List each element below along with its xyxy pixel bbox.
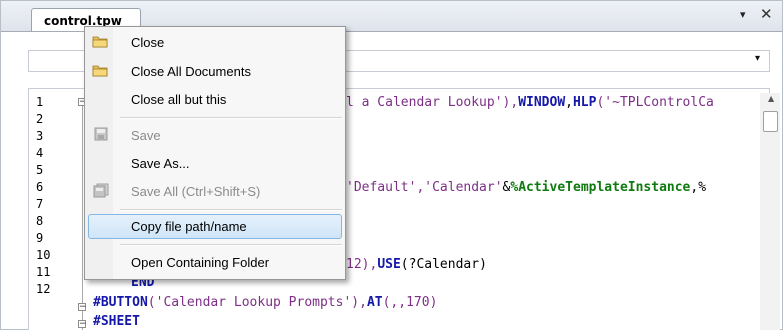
code-string: ('~TPLControlCa: [596, 95, 714, 110]
line-number: 12: [36, 282, 51, 296]
code-string: l a Calendar Lookup'),: [346, 95, 519, 110]
menu-separator: [120, 117, 342, 119]
code-string: 'Default','Calendar': [346, 180, 503, 195]
code-line-12: #SHEET: [93, 314, 140, 329]
folder-icon: [92, 36, 108, 48]
line-number: 9: [36, 231, 44, 245]
menu-item-save-as[interactable]: Save As...: [131, 156, 190, 171]
menu-item-close[interactable]: Close: [131, 35, 164, 50]
code-string: 12),: [346, 257, 378, 272]
code-arg: (?Calendar): [400, 257, 487, 272]
line-number: 1: [36, 95, 44, 109]
menu-item-save-all[interactable]: Save All (Ctrl+Shift+S): [131, 184, 260, 199]
fold-toggle-icon[interactable]: −: [78, 320, 87, 329]
code-string: (,,170): [382, 295, 438, 310]
folder-icon: [92, 65, 108, 77]
code-keyword: HLP: [572, 95, 597, 110]
code-keyword: AT: [366, 295, 383, 310]
line-number: 8: [36, 214, 44, 228]
code-punct: ,%: [690, 180, 707, 195]
line-number: 3: [36, 129, 44, 143]
menu-separator: [120, 209, 342, 211]
line-number: 4: [36, 146, 44, 160]
code-symbol: %ActiveTemplateInstance: [510, 180, 691, 195]
code-line-9: 12),USE(?Calendar): [346, 256, 487, 273]
code-line-11: #BUTTON('Calendar Lookup Prompts'),AT(,,…: [93, 294, 437, 311]
menu-separator: [120, 244, 342, 246]
menu-item-save[interactable]: Save: [131, 128, 161, 143]
code-line-1: l a Calendar Lookup'),WINDOW,HLP('~TPLCo…: [346, 94, 714, 111]
line-number: 7: [36, 197, 44, 211]
code-line-5: 'Default','Calendar'&%ActiveTemplateInst…: [346, 179, 706, 196]
line-number: 2: [36, 112, 44, 126]
fold-guide-line: [82, 103, 83, 330]
menu-item-copy-file-path[interactable]: Copy file path/name: [131, 219, 247, 234]
save-icon: [94, 127, 108, 141]
fold-toggle-icon[interactable]: −: [78, 303, 87, 312]
scroll-up-icon[interactable]: ▲: [768, 94, 774, 103]
code-punct: ,: [565, 95, 573, 110]
menu-item-close-all-documents[interactable]: Close All Documents: [131, 64, 251, 79]
code-keyword: USE: [377, 257, 401, 272]
save-all-icon: [93, 183, 109, 198]
code-string: ('Calendar Lookup Prompts'),: [147, 295, 367, 310]
line-number: 6: [36, 180, 44, 194]
line-number: 10: [36, 248, 51, 262]
line-number: 11: [36, 265, 51, 279]
combo-dropdown-icon[interactable]: ▾: [755, 53, 760, 64]
line-number: 5: [36, 163, 44, 177]
close-window-icon[interactable]: ✕: [760, 5, 773, 23]
tab-list-dropdown-icon[interactable]: ▾: [740, 8, 746, 21]
code-keyword: WINDOW: [518, 95, 566, 110]
scroll-thumb[interactable]: [763, 111, 778, 132]
code-keyword: #BUTTON: [93, 295, 148, 310]
menu-item-open-containing-folder[interactable]: Open Containing Folder: [131, 255, 269, 270]
menu-item-close-all-but-this[interactable]: Close all but this: [131, 92, 226, 107]
